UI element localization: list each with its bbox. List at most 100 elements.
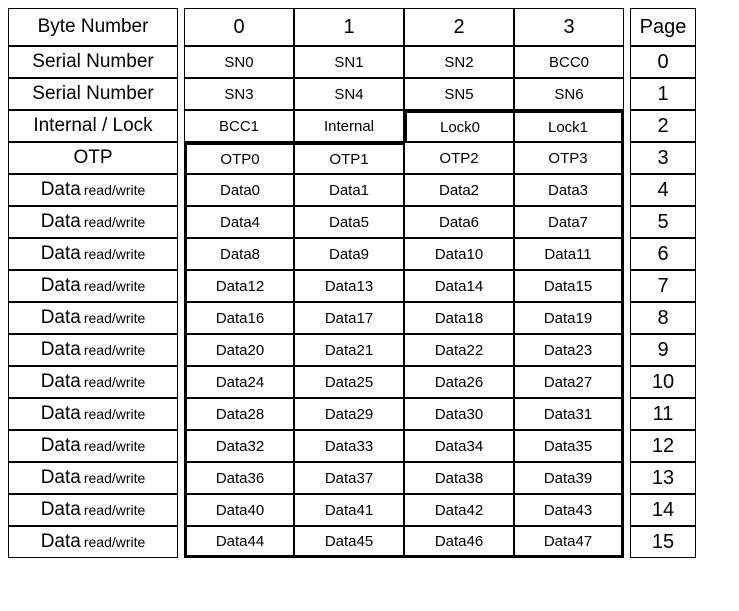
byte-cell: Data6 <box>404 206 514 238</box>
byte-cell: Data17 <box>294 302 404 334</box>
byte-cell: Data26 <box>404 366 514 398</box>
row-label-main: Data <box>41 435 81 457</box>
byte-cell: Data15 <box>514 270 624 302</box>
page-cell: 2 <box>630 110 696 142</box>
row-label: Dataread/write <box>8 430 178 462</box>
row-label-main: Data <box>41 179 81 201</box>
row-label-sub: read/write <box>84 214 145 230</box>
byte-cell: Data4 <box>184 206 294 238</box>
byte-cell: Data43 <box>514 494 624 526</box>
byte-row: Data28Data29Data30Data31 <box>184 398 624 430</box>
row-label: OTP <box>8 142 178 174</box>
byte-row: Data20Data21Data22Data23 <box>184 334 624 366</box>
byte-row: Data8Data9Data10Data11 <box>184 238 624 270</box>
row-label-main: Data <box>41 275 81 297</box>
row-label-main: Internal / Lock <box>33 115 152 137</box>
page-cell: 1 <box>630 78 696 110</box>
byte-cell: Data29 <box>294 398 404 430</box>
byte-cell: Data37 <box>294 462 404 494</box>
byte-cell: Data21 <box>294 334 404 366</box>
byte-cell: Lock0 <box>404 110 514 142</box>
byte-cell: Data45 <box>294 526 404 558</box>
byte-header-1: 1 <box>294 8 404 46</box>
byte-cell: Data25 <box>294 366 404 398</box>
row-label-sub: read/write <box>84 374 145 390</box>
byte-cell: BCC0 <box>514 46 624 78</box>
byte-cell: Data38 <box>404 462 514 494</box>
byte-header-2: 2 <box>404 8 514 46</box>
row-label-sub: read/write <box>84 246 145 262</box>
byte-row: Data32Data33Data34Data35 <box>184 430 624 462</box>
byte-cell: Data30 <box>404 398 514 430</box>
byte-cell: Data14 <box>404 270 514 302</box>
row-label-sub: read/write <box>84 310 145 326</box>
byte-cell: Data32 <box>184 430 294 462</box>
byte-cell: OTP0 <box>184 142 294 174</box>
byte-cell: Data8 <box>184 238 294 270</box>
row-label: Serial Number <box>8 78 178 110</box>
page-cell: 11 <box>630 398 696 430</box>
page-cell: 0 <box>630 46 696 78</box>
row-label-main: Data <box>41 499 81 521</box>
page-cell: 6 <box>630 238 696 270</box>
byte-cell: OTP2 <box>404 142 514 174</box>
byte-cell: SN0 <box>184 46 294 78</box>
byte-cell: Data20 <box>184 334 294 366</box>
row-label-sub: read/write <box>84 438 145 454</box>
byte-cell: Data1 <box>294 174 404 206</box>
row-label: Dataread/write <box>8 366 178 398</box>
byte-cell: BCC1 <box>184 110 294 142</box>
byte-cell: Data7 <box>514 206 624 238</box>
byte-number-header: Byte Number <box>8 8 178 46</box>
row-label-main: Data <box>41 371 81 393</box>
byte-cell: Data36 <box>184 462 294 494</box>
byte-cell: Data11 <box>514 238 624 270</box>
byte-cell: Data46 <box>404 526 514 558</box>
row-label-sub: read/write <box>84 342 145 358</box>
page-cell: 4 <box>630 174 696 206</box>
page-cell: 3 <box>630 142 696 174</box>
page-cell: 14 <box>630 494 696 526</box>
page-column: Page 0123456789101112131415 <box>630 8 696 558</box>
label-column: Byte Number Serial NumberSerial NumberIn… <box>8 8 178 558</box>
row-label-main: Data <box>41 339 81 361</box>
byte-cell: Data27 <box>514 366 624 398</box>
byte-row: OTP0OTP1OTP2OTP3 <box>184 142 624 174</box>
byte-cell: Data19 <box>514 302 624 334</box>
byte-cell: Data40 <box>184 494 294 526</box>
row-label: Dataread/write <box>8 334 178 366</box>
row-label: Dataread/write <box>8 270 178 302</box>
byte-cell: Data28 <box>184 398 294 430</box>
byte-cell: Data24 <box>184 366 294 398</box>
row-label: Dataread/write <box>8 238 178 270</box>
page-cell: 13 <box>630 462 696 494</box>
byte-cell: Data16 <box>184 302 294 334</box>
memory-map-table: Byte Number Serial NumberSerial NumberIn… <box>8 8 731 558</box>
byte-cell: SN3 <box>184 78 294 110</box>
row-label: Dataread/write <box>8 206 178 238</box>
byte-cell: Lock1 <box>514 110 624 142</box>
page-cell: 12 <box>630 430 696 462</box>
byte-row: Data40Data41Data42Data43 <box>184 494 624 526</box>
byte-cell: Data44 <box>184 526 294 558</box>
row-label: Dataread/write <box>8 494 178 526</box>
byte-cell: Data39 <box>514 462 624 494</box>
row-label-main: Data <box>41 531 81 553</box>
row-label-main: OTP <box>73 147 112 169</box>
row-label-sub: read/write <box>84 278 145 294</box>
page-cell: 7 <box>630 270 696 302</box>
page-cell: 10 <box>630 366 696 398</box>
byte-cell: Data35 <box>514 430 624 462</box>
byte-cell: Data41 <box>294 494 404 526</box>
byte-row: SN0SN1SN2BCC0 <box>184 46 624 78</box>
byte-cell: Data9 <box>294 238 404 270</box>
byte-cell: SN6 <box>514 78 624 110</box>
page-cell: 15 <box>630 526 696 558</box>
row-label: Dataread/write <box>8 526 178 558</box>
byte-cell: Data13 <box>294 270 404 302</box>
byte-columns: 0123 SN0SN1SN2BCC0SN3SN4SN5SN6BCC1Intern… <box>184 8 624 558</box>
byte-cell: OTP1 <box>294 142 404 174</box>
page-cell: 5 <box>630 206 696 238</box>
row-label-main: Data <box>41 467 81 489</box>
row-label-main: Serial Number <box>32 83 153 105</box>
